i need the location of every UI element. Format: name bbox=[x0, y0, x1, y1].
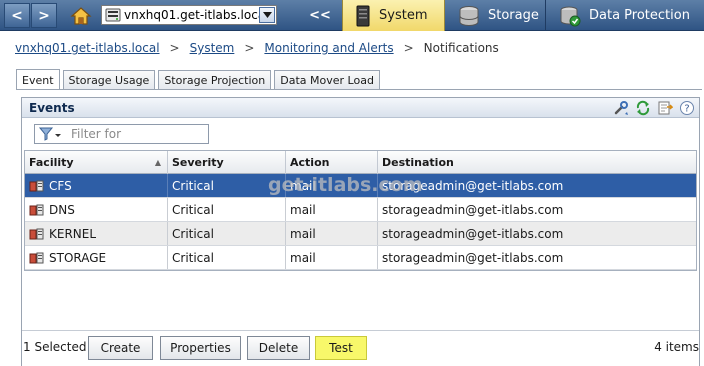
facility-cell: CFS bbox=[25, 174, 168, 197]
facility-icon bbox=[29, 203, 45, 217]
facility-name: CFS bbox=[49, 178, 72, 193]
facility-name: DNS bbox=[49, 202, 75, 217]
panel-toolbar: ? bbox=[607, 100, 695, 116]
tab-storage-label: Storage bbox=[488, 8, 539, 23]
tab-system-label: System bbox=[379, 8, 428, 23]
delete-button[interactable]: Delete bbox=[247, 336, 310, 360]
system-icon bbox=[355, 5, 371, 27]
wrench-icon[interactable] bbox=[613, 100, 629, 116]
severity-cell: Critical bbox=[168, 198, 286, 221]
tab-storage[interactable]: Storage bbox=[446, 0, 546, 31]
table-row[interactable]: CFS Critical mail storageadmin@get-itlab… bbox=[25, 174, 696, 198]
tab-divider bbox=[16, 89, 702, 90]
table-body: CFS Critical mail storageadmin@get-itlab… bbox=[25, 174, 696, 270]
column-header-label: Facility bbox=[29, 156, 74, 169]
action-cell: mail bbox=[286, 246, 378, 269]
action-cell: mail bbox=[286, 222, 378, 245]
facility-name: KERNEL bbox=[49, 226, 97, 241]
tab-event[interactable]: Event bbox=[16, 69, 60, 90]
breadcrumb-separator: > bbox=[244, 41, 255, 55]
destination-cell: storageadmin@get-itlabs.com bbox=[382, 226, 564, 241]
facility-icon bbox=[29, 251, 45, 265]
breadcrumb-current-page: Notifications bbox=[423, 41, 499, 55]
breadcrumb-separator: > bbox=[169, 41, 180, 55]
properties-button[interactable]: Properties bbox=[160, 336, 241, 360]
severity-cell: Critical bbox=[168, 222, 286, 245]
breadcrumb-separator: > bbox=[403, 41, 414, 55]
notification-tabs: Event Storage Usage Storage Projection D… bbox=[16, 69, 383, 90]
column-header-severity[interactable]: Severity bbox=[168, 151, 286, 174]
facility-name: STORAGE bbox=[49, 250, 107, 265]
panel-header: Events ? bbox=[22, 98, 699, 118]
severity-cell: Critical bbox=[168, 246, 286, 269]
breadcrumb: vnxhq01.get-itlabs.local > System > Moni… bbox=[15, 40, 499, 56]
tab-storage-usage[interactable]: Storage Usage bbox=[62, 70, 156, 90]
table-row[interactable]: KERNEL Critical mail storageadmin@get-it… bbox=[25, 222, 696, 246]
filter-box bbox=[34, 124, 209, 144]
table-header: Facility ▲ Severity Action Destination bbox=[25, 151, 696, 174]
tab-data-protection[interactable]: Data Protection bbox=[547, 0, 704, 31]
action-cell: mail bbox=[286, 198, 378, 221]
selected-count: 1 Selected bbox=[23, 340, 87, 354]
home-button[interactable] bbox=[66, 2, 96, 29]
breadcrumb-monitoring-and-alerts[interactable]: Monitoring and Alerts bbox=[264, 41, 393, 55]
facility-icon bbox=[29, 227, 45, 241]
facility-cell: KERNEL bbox=[25, 222, 168, 245]
events-table: Facility ▲ Severity Action Destination C… bbox=[24, 150, 697, 271]
top-navigation-bar: < > vnxhq01.get-itlabs.local << System S… bbox=[0, 0, 704, 31]
home-icon bbox=[70, 6, 92, 25]
column-header-action[interactable]: Action bbox=[286, 151, 378, 174]
tab-data-mover-load[interactable]: Data Mover Load bbox=[274, 70, 380, 90]
create-button[interactable]: Create bbox=[88, 336, 153, 360]
storage-icon bbox=[458, 5, 480, 27]
dropdown-arrow-icon[interactable] bbox=[259, 7, 275, 23]
export-icon[interactable] bbox=[657, 100, 673, 116]
tab-storage-projection[interactable]: Storage Projection bbox=[158, 70, 272, 90]
svg-text:?: ? bbox=[684, 103, 689, 114]
table-row[interactable]: STORAGE Critical mail storageadmin@get-i… bbox=[25, 246, 696, 270]
filter-input[interactable] bbox=[71, 127, 201, 141]
item-count: 4 items bbox=[654, 340, 699, 354]
destination-cell: storageadmin@get-itlabs.com bbox=[382, 202, 564, 217]
filter-icon[interactable] bbox=[35, 125, 65, 143]
panel-title: Events bbox=[29, 100, 75, 115]
breadcrumb-system[interactable]: System bbox=[190, 41, 235, 55]
server-icon bbox=[105, 8, 121, 22]
column-header-facility[interactable]: Facility ▲ bbox=[25, 151, 168, 174]
facility-cell: DNS bbox=[25, 198, 168, 221]
breadcrumb-system-host[interactable]: vnxhq01.get-itlabs.local bbox=[15, 41, 160, 55]
table-row[interactable]: DNS Critical mail storageadmin@get-itlab… bbox=[25, 198, 696, 222]
system-selector[interactable]: vnxhq01.get-itlabs.local bbox=[101, 5, 277, 25]
facility-icon bbox=[29, 179, 45, 193]
facility-cell: STORAGE bbox=[25, 246, 168, 269]
severity-cell: Critical bbox=[168, 174, 286, 197]
forward-button[interactable]: > bbox=[31, 3, 57, 28]
column-header-destination[interactable]: Destination bbox=[378, 151, 696, 174]
system-selector-value: vnxhq01.get-itlabs.local bbox=[124, 8, 259, 22]
action-cell: mail bbox=[286, 174, 378, 197]
data-protection-icon bbox=[559, 5, 581, 27]
refresh-icon[interactable] bbox=[635, 100, 651, 116]
tab-system[interactable]: System bbox=[342, 0, 445, 31]
events-panel: Events ? Filter for Facility ▲ Severity … bbox=[21, 97, 700, 366]
collapse-navigation-button[interactable]: << bbox=[300, 3, 340, 28]
tab-data-protection-label: Data Protection bbox=[589, 8, 690, 23]
footer-divider bbox=[22, 330, 699, 331]
test-button[interactable]: Test bbox=[315, 336, 367, 360]
back-button[interactable]: < bbox=[4, 3, 30, 28]
help-icon[interactable]: ? bbox=[679, 100, 695, 116]
destination-cell: storageadmin@get-itlabs.com bbox=[382, 178, 564, 193]
sort-ascending-icon: ▲ bbox=[154, 158, 161, 167]
destination-cell: storageadmin@get-itlabs.com bbox=[382, 250, 564, 265]
